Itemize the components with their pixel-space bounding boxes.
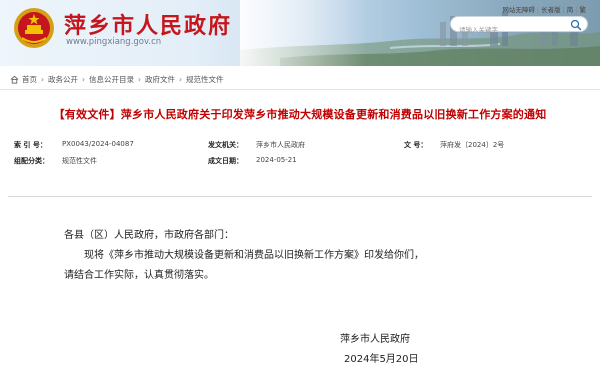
document-number-value: 萍府发〔2024〕2号 <box>440 141 505 149</box>
written-date-value: 2024-05-21 <box>256 156 297 164</box>
breadcrumb-chevron-icon: › <box>179 75 182 84</box>
site-header: 萍乡市人民政府 www.pingxiang.gov.cn 网站无障碍 | 长者版 | 简… <box>0 0 600 66</box>
breadcrumb-gov-docs[interactable]: 政府文件 <box>145 74 175 85</box>
breadcrumb-chevron-icon: › <box>82 75 85 84</box>
document-meta: 索 引 号： PX0043/2024-04087 发文机关： 萍乡市人民政府 文… <box>0 140 600 172</box>
body-paragraph: 请结合工作实际，认真贯彻落实。 <box>64 270 214 281</box>
site-url: www.pingxiang.gov.cn <box>66 37 162 47</box>
simplified-chinese-link[interactable]: 简 <box>565 6 576 14</box>
breadcrumb-home[interactable]: 首页 <box>22 74 37 85</box>
salutation: 各县（区）人民政府，市政府各部门： <box>64 230 234 241</box>
document-number-label: 文 号： <box>404 141 428 149</box>
traditional-chinese-link[interactable]: 繁 <box>578 6 589 14</box>
breadcrumb-gov-affairs[interactable]: 政务公开 <box>48 74 78 85</box>
home-icon <box>10 75 19 84</box>
accessibility-link[interactable]: 网站无障碍 <box>500 6 537 14</box>
search-input[interactable] <box>451 23 567 37</box>
breadcrumb-chevron-icon: › <box>41 75 44 84</box>
signature-date: 2024年5月20日 <box>344 354 419 365</box>
index-number-value: PX0043/2024-04087 <box>62 140 134 148</box>
publisher-label: 发文机关： <box>208 141 243 149</box>
elder-mode-link[interactable]: 长者版 <box>539 6 563 14</box>
body-paragraph: 现将《萍乡市推动大规模设备更新和消费品以旧换新工作方案》印发给你们， <box>84 250 424 261</box>
breadcrumb-chevron-icon: › <box>138 75 141 84</box>
category-value: 规范性文件 <box>62 157 97 165</box>
index-number-label: 索 引 号： <box>14 141 47 149</box>
meta-row: 组配分类： 规范性文件 成文日期： 2024-05-21 <box>0 156 600 172</box>
breadcrumb: 首页 › 政务公开 › 信息公开目录 › 政府文件 › 规范性文件 <box>0 70 600 90</box>
breadcrumb-normative-docs[interactable]: 规范性文件 <box>186 74 224 85</box>
search-icon[interactable] <box>570 19 582 31</box>
top-links: 网站无障碍 | 长者版 | 简 | 繁 <box>500 4 588 14</box>
national-emblem-icon <box>14 8 54 48</box>
written-date-label: 成文日期： <box>208 157 243 165</box>
meta-row: 索 引 号： PX0043/2024-04087 发文机关： 萍乡市人民政府 文… <box>0 140 600 156</box>
breadcrumb-info-catalog[interactable]: 信息公开目录 <box>89 74 134 85</box>
document-title: 【有效文件】萍乡市人民政府关于印发萍乡市推动大规模设备更新和消费品以旧换新工作方… <box>53 108 547 121</box>
publisher-value: 萍乡市人民政府 <box>256 141 305 149</box>
site-title[interactable]: 萍乡市人民政府 <box>64 8 232 40</box>
category-label: 组配分类： <box>14 157 49 165</box>
signature: 萍乡市人民政府 <box>340 334 410 345</box>
search-box <box>450 16 588 37</box>
divider <box>8 196 592 197</box>
